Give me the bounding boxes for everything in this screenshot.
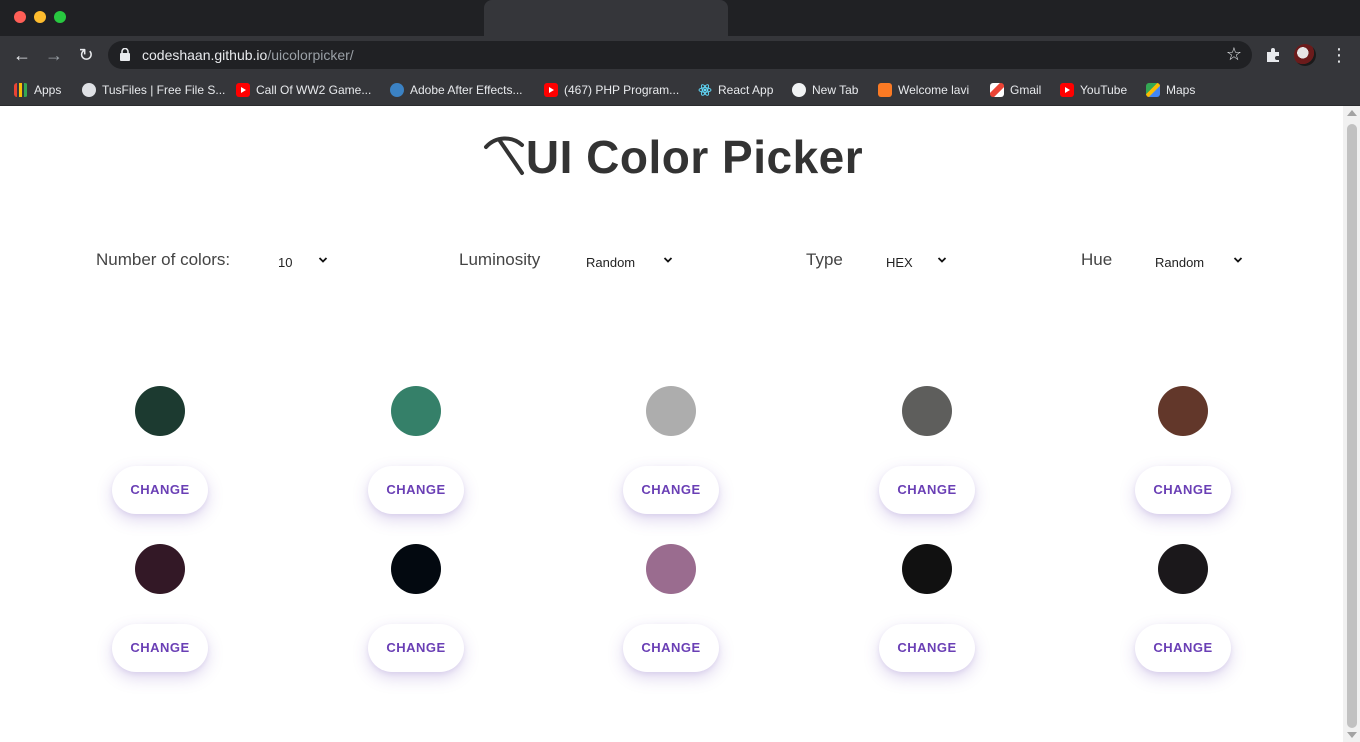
change-color-button[interactable]: CHANGE	[623, 466, 719, 514]
color-swatch	[902, 544, 952, 594]
browser-menu-icon[interactable]: ⋮	[1330, 44, 1348, 66]
minimize-window-button[interactable]	[34, 11, 46, 23]
luminosity-select[interactable]: Random	[586, 252, 676, 272]
hue-label: Hue	[1081, 250, 1113, 269]
back-arrow-icon[interactable]: ←	[10, 43, 34, 67]
apps-grid-icon	[14, 83, 28, 97]
close-window-button[interactable]	[14, 11, 26, 23]
lock-icon	[120, 48, 130, 61]
luminosity-label: Luminosity	[459, 250, 541, 269]
youtube-icon	[544, 83, 558, 97]
chevron-down-icon	[318, 257, 328, 263]
color-swatch	[646, 386, 696, 436]
chevron-down-icon	[663, 257, 673, 263]
change-color-button[interactable]: CHANGE	[623, 624, 719, 672]
hue-select[interactable]: Random	[1155, 252, 1247, 272]
bookmark-star-icon[interactable]: ☆	[1226, 44, 1242, 65]
blank-circle-icon	[792, 83, 806, 97]
change-color-button[interactable]: CHANGE	[1135, 466, 1231, 514]
change-color-button[interactable]: CHANGE	[368, 466, 464, 514]
react-icon	[698, 84, 712, 96]
scroll-down-arrow-icon[interactable]	[1347, 732, 1357, 738]
forward-arrow-icon[interactable]: →	[42, 43, 66, 67]
page-content: UI Color Picker Number of colors: 10 Lum…	[0, 106, 1343, 742]
change-color-button[interactable]: CHANGE	[879, 466, 975, 514]
change-color-button[interactable]: CHANGE	[879, 624, 975, 672]
window-titlebar	[0, 0, 1360, 36]
chevron-down-icon	[1233, 257, 1243, 263]
page-title: UI Color Picker	[0, 130, 1343, 184]
maps-icon	[1146, 83, 1160, 97]
globe-icon	[82, 83, 96, 97]
pickaxe-icon	[483, 136, 524, 175]
bookmark-call-of-ww2[interactable]: Call Of WW2 Game...	[236, 80, 371, 100]
youtube-icon	[1060, 83, 1074, 97]
bookmark-youtube[interactable]: YouTube	[1060, 80, 1127, 100]
color-swatch	[1158, 544, 1208, 594]
browser-toolbar: ← → ↻ codeshaan.github.io/uicolorpicker/…	[0, 36, 1360, 74]
number-of-colors-label: Number of colors:	[96, 250, 231, 269]
color-swatch	[902, 386, 952, 436]
type-select[interactable]: HEX	[886, 252, 950, 272]
bookmark-apps[interactable]: Apps	[14, 80, 61, 100]
profile-avatar[interactable]	[1294, 44, 1316, 66]
bookmark-adobe-after-effects[interactable]: Adobe After Effects...	[390, 80, 523, 100]
page-scrollbar[interactable]	[1343, 106, 1360, 742]
color-swatch	[646, 544, 696, 594]
bookmark-php-program[interactable]: (467) PHP Program...	[544, 80, 679, 100]
number-of-colors-select[interactable]: 10	[278, 252, 330, 272]
bookmark-tusfiles[interactable]: TusFiles | Free File S...	[82, 80, 225, 100]
extensions-puzzle-icon[interactable]	[1264, 46, 1282, 64]
color-swatch	[391, 544, 441, 594]
address-bar[interactable]: codeshaan.github.io/uicolorpicker/ ☆	[108, 41, 1252, 69]
color-swatch	[135, 544, 185, 594]
color-swatch	[391, 386, 441, 436]
bookmark-new-tab[interactable]: New Tab	[792, 80, 858, 100]
bookmark-react-app[interactable]: React App	[698, 80, 773, 100]
change-color-button[interactable]: CHANGE	[1135, 624, 1231, 672]
bookmark-maps[interactable]: Maps	[1146, 80, 1195, 100]
gmail-icon	[990, 83, 1004, 97]
maximize-window-button[interactable]	[54, 11, 66, 23]
color-swatch	[1158, 386, 1208, 436]
bookmark-welcome-lavi[interactable]: Welcome lavi	[878, 80, 969, 100]
type-label: Type	[806, 250, 843, 269]
active-tab[interactable]	[484, 0, 728, 36]
change-color-button[interactable]: CHANGE	[112, 466, 208, 514]
youtube-icon	[236, 83, 250, 97]
url-text: codeshaan.github.io/uicolorpicker/	[142, 47, 354, 63]
xampp-icon	[878, 83, 892, 97]
scroll-up-arrow-icon[interactable]	[1347, 110, 1357, 116]
bookmark-gmail[interactable]: Gmail	[990, 80, 1041, 100]
chevron-down-icon	[937, 257, 947, 263]
adobe-icon	[390, 83, 404, 97]
color-swatch	[135, 386, 185, 436]
reload-icon[interactable]: ↻	[74, 43, 98, 67]
bookmarks-bar: Apps TusFiles | Free File S... Call Of W…	[0, 74, 1360, 106]
change-color-button[interactable]: CHANGE	[112, 624, 208, 672]
scrollbar-thumb[interactable]	[1347, 124, 1357, 728]
change-color-button[interactable]: CHANGE	[368, 624, 464, 672]
